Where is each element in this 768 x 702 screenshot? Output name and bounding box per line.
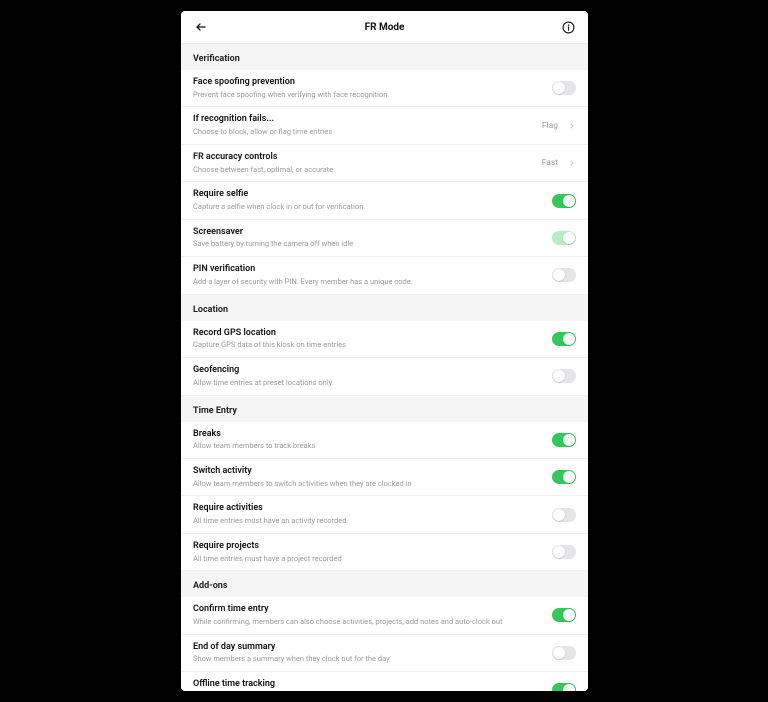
- row-title: Confirm time entry: [193, 604, 544, 616]
- row-description: Allow team members to track breaks: [193, 441, 544, 451]
- toggle-switch[interactable]: [552, 332, 576, 346]
- settings-screen: FR Mode VerificationFace spoofing preven…: [181, 11, 588, 691]
- settings-row: Require selfieCapture a selfie when cloc…: [181, 182, 588, 219]
- chevron-right-icon: [568, 122, 576, 130]
- chevron-right-icon: [568, 159, 576, 167]
- toggle-switch[interactable]: [552, 433, 576, 447]
- toggle-switch[interactable]: [552, 470, 576, 484]
- settings-row: Require projectsAll time entries must ha…: [181, 534, 588, 571]
- section-header: Add-ons: [181, 571, 588, 597]
- toggle-switch[interactable]: [552, 81, 576, 95]
- row-title: Screensaver: [193, 227, 544, 239]
- row-title: Require activities: [193, 503, 544, 515]
- back-button[interactable]: [191, 11, 211, 43]
- settings-row: Require activitiesAll time entries must …: [181, 496, 588, 533]
- row-description: Add a layer of security with PIN. Every …: [193, 277, 544, 287]
- row-title: Record GPS location: [193, 328, 544, 340]
- settings-row: Face spoofing preventionPrevent face spo…: [181, 70, 588, 107]
- row-description: Choose between fast, optimal, or accurat…: [193, 165, 534, 175]
- settings-row: ScreensaverSave battery by turning the c…: [181, 220, 588, 257]
- settings-row: Offline time trackingAllow team members …: [181, 672, 588, 691]
- row-title: Geofencing: [193, 365, 544, 377]
- settings-row: BreaksAllow team members to track breaks: [181, 422, 588, 459]
- row-title: Breaks: [193, 429, 544, 441]
- row-description: Prevent face spoofing when verifying wit…: [193, 90, 544, 100]
- page-title: FR Mode: [365, 22, 405, 33]
- settings-row: Switch activityAllow team members to swi…: [181, 459, 588, 496]
- header-bar: FR Mode: [181, 11, 588, 44]
- row-description: Choose to block, allow or flag time entr…: [193, 127, 534, 137]
- row-title: Offline time tracking: [193, 679, 544, 691]
- section-header: Location: [181, 295, 588, 321]
- row-description: Allow team members to switch activities …: [193, 479, 544, 489]
- row-description: All time entries must have an activity r…: [193, 516, 544, 526]
- toggle-switch[interactable]: [552, 268, 576, 282]
- settings-row: GeofencingAllow time entries at preset l…: [181, 358, 588, 395]
- settings-row[interactable]: If recognition fails...Choose to block, …: [181, 107, 588, 144]
- row-description: All time entries must have a project rec…: [193, 554, 544, 564]
- row-value: Fast: [542, 158, 558, 168]
- toggle-switch[interactable]: [552, 194, 576, 208]
- toggle-switch[interactable]: [552, 369, 576, 383]
- settings-list[interactable]: VerificationFace spoofing preventionPrev…: [181, 44, 588, 691]
- row-title: Switch activity: [193, 466, 544, 478]
- section-header: Time Entry: [181, 396, 588, 422]
- toggle-switch[interactable]: [552, 608, 576, 622]
- row-description: Show members a summary when they clock o…: [193, 654, 544, 664]
- row-description: While confirming, members can also choos…: [193, 617, 544, 627]
- settings-row: Record GPS locationCapture GPS data of t…: [181, 321, 588, 358]
- toggle-switch[interactable]: [552, 545, 576, 559]
- settings-row: End of day summaryShow members a summary…: [181, 635, 588, 672]
- row-description: Save battery by turning the camera off w…: [193, 239, 544, 249]
- row-title: Require selfie: [193, 189, 544, 201]
- row-description: Capture GPS data of this kiosk on time e…: [193, 340, 544, 350]
- toggle-switch[interactable]: [552, 646, 576, 660]
- row-description: Allow time entries at preset locations o…: [193, 378, 544, 388]
- row-value: Flag: [542, 121, 558, 131]
- settings-row[interactable]: FR accuracy controlsChoose between fast,…: [181, 145, 588, 182]
- row-description: Capture a selfie when clock in or out fo…: [193, 202, 544, 212]
- settings-row: Confirm time entryWhile confirming, memb…: [181, 597, 588, 634]
- row-title: FR accuracy controls: [193, 152, 534, 164]
- row-title: Face spoofing prevention: [193, 77, 544, 89]
- settings-row: PIN verificationAdd a layer of security …: [181, 257, 588, 294]
- info-icon: [562, 21, 575, 34]
- row-title: PIN verification: [193, 264, 544, 276]
- back-arrow-icon: [195, 21, 207, 33]
- row-title: If recognition fails...: [193, 114, 534, 126]
- row-title: End of day summary: [193, 642, 544, 654]
- toggle-switch[interactable]: [552, 683, 576, 691]
- section-header: Verification: [181, 44, 588, 70]
- info-button[interactable]: [558, 11, 578, 43]
- toggle-switch[interactable]: [552, 508, 576, 522]
- toggle-switch[interactable]: [552, 231, 576, 245]
- row-title: Require projects: [193, 541, 544, 553]
